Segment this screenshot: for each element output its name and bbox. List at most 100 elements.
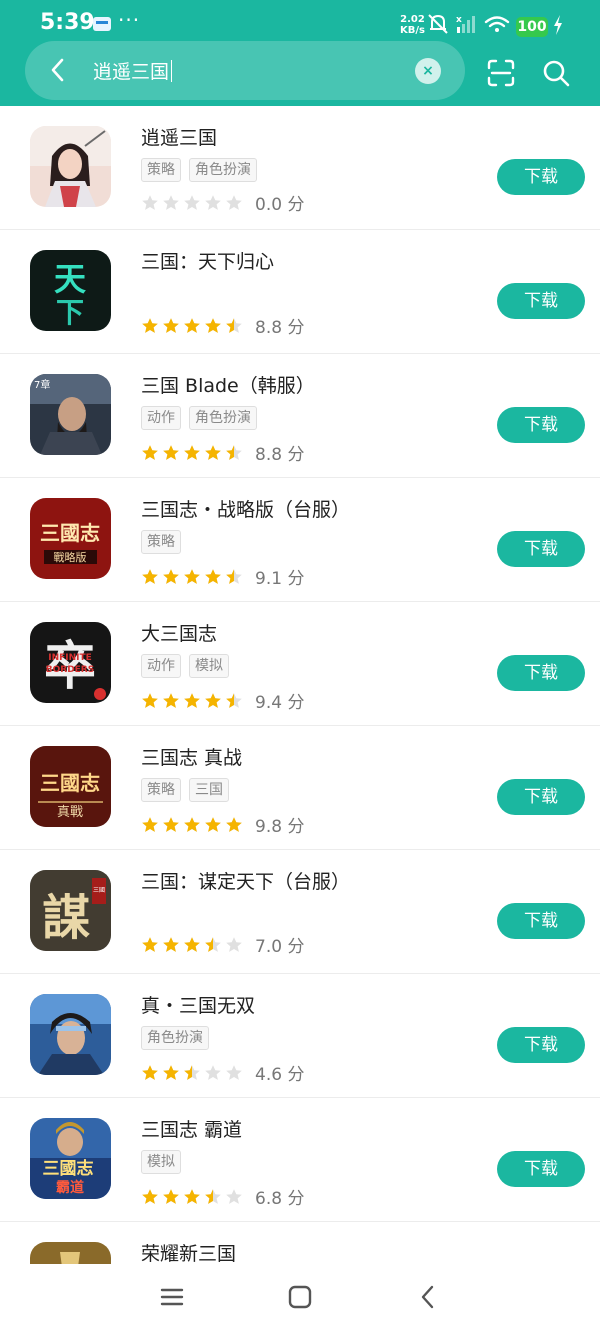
- icon-char: 霸道: [56, 1179, 84, 1196]
- star-half-icon: [226, 317, 242, 333]
- star-half-icon: [205, 936, 221, 952]
- download-button[interactable]: 下载: [497, 779, 585, 815]
- icon-char: 謀: [42, 890, 90, 946]
- status-icons: x: [428, 14, 510, 34]
- list-item[interactable]: 逍遥三国 策略 角色扮演 0.0 分 下载: [0, 106, 600, 230]
- star-filled-icon: [184, 1188, 200, 1204]
- star-filled-icon: [184, 692, 200, 708]
- star-half-icon: [184, 1064, 200, 1080]
- network-speed-value: 2.02: [400, 14, 425, 25]
- star-empty-icon: [205, 194, 221, 210]
- clear-search-button[interactable]: ×: [415, 58, 441, 84]
- scan-icon[interactable]: [486, 58, 516, 88]
- download-button[interactable]: 下载: [497, 531, 585, 567]
- app-tag: 策略: [141, 530, 181, 554]
- rating-stars: [141, 816, 243, 834]
- download-button[interactable]: 下载: [497, 1027, 585, 1063]
- download-button[interactable]: 下载: [497, 903, 585, 939]
- text-cursor: [171, 59, 173, 82]
- sanguozhi-zhenzhan-icon: 三國志 真戰: [30, 746, 111, 827]
- app-title[interactable]: 荣耀新三国: [141, 1239, 236, 1264]
- icon-char: 真戰: [57, 805, 83, 820]
- search-icon[interactable]: [541, 58, 571, 88]
- star-filled-icon: [163, 444, 179, 460]
- app-title[interactable]: 逍遥三国: [141, 123, 217, 150]
- download-button[interactable]: 下载: [497, 159, 585, 195]
- app-title[interactable]: 三国：谋定天下（台服）: [141, 867, 350, 894]
- star-filled-icon: [205, 444, 221, 460]
- battery-level: 100: [516, 17, 548, 37]
- app-title[interactable]: 大三国志: [141, 619, 217, 646]
- app-tags: 动作 模拟: [141, 654, 229, 678]
- download-button[interactable]: 下载: [497, 407, 585, 443]
- list-item[interactable]: 卒 INFINITE BORDERS 大三国志 动作 模拟 9.4 分 下载: [0, 602, 600, 726]
- star-filled-icon: [142, 568, 158, 584]
- icon-char: 天: [54, 260, 86, 298]
- app-tag: 角色扮演: [189, 158, 257, 182]
- star-filled-icon: [205, 317, 221, 333]
- icon-char: 三國志: [43, 1158, 94, 1179]
- tianxia-guixin-icon: 天 下: [30, 250, 111, 331]
- rating-score: 8.8 分: [255, 445, 305, 465]
- star-filled-icon: [226, 816, 242, 832]
- star-empty-icon: [163, 194, 179, 210]
- rating-score: 6.8 分: [255, 1189, 305, 1209]
- list-item[interactable]: 三國志 戰略版 三国志・战略版（台服） 策略 9.1 分 下载: [0, 478, 600, 602]
- download-button[interactable]: 下载: [497, 655, 585, 691]
- app-tag: 角色扮演: [141, 1026, 209, 1050]
- app-title[interactable]: 三国：天下归心: [141, 247, 274, 274]
- star-filled-icon: [184, 317, 200, 333]
- app-title[interactable]: 三国志 真战: [141, 743, 242, 770]
- search-bar[interactable]: 逍遥三国 ×: [25, 41, 465, 100]
- star-filled-icon: [142, 1188, 158, 1204]
- rongyao-xin-sanguo-icon: [30, 1242, 111, 1264]
- back-arrow-icon[interactable]: [43, 55, 73, 85]
- app-title[interactable]: 三国志・战略版（台服）: [141, 495, 350, 522]
- star-filled-icon: [163, 1188, 179, 1204]
- download-button[interactable]: 下载: [497, 283, 585, 319]
- list-item[interactable]: 荣耀新三国: [0, 1222, 600, 1264]
- star-filled-icon: [163, 1064, 179, 1080]
- status-bar: 5:39 ··· 2.02 KB/s x 100: [0, 0, 600, 44]
- app-tags: 模拟: [141, 1150, 181, 1174]
- app-tag: 角色扮演: [189, 406, 257, 430]
- top-header: 5:39 ··· 2.02 KB/s x 100 逍遥三国 ×: [0, 0, 600, 106]
- search-results-list[interactable]: 逍遥三国 策略 角色扮演 0.0 分 下载 天 下 三国：天下归心 8.8 分 …: [0, 106, 600, 1264]
- download-button[interactable]: 下载: [497, 1151, 585, 1187]
- rating-stars: [141, 1188, 243, 1206]
- app-title[interactable]: 三国志 霸道: [141, 1115, 242, 1142]
- sanguozhi-zhanlue-icon: 三國志 戰略版: [30, 498, 111, 579]
- app-title[interactable]: 真・三国无双: [141, 991, 255, 1018]
- sanguo-blade-icon: 7章: [30, 374, 111, 455]
- rating-stars: [141, 692, 243, 710]
- rating-stars: [141, 936, 243, 954]
- mail-notification-icon: [93, 17, 111, 31]
- list-item[interactable]: 謀 三國 三国：谋定天下（台服） 7.0 分 下载: [0, 850, 600, 974]
- star-filled-icon: [142, 1064, 158, 1080]
- app-rating: 8.8 分: [141, 313, 304, 338]
- list-item[interactable]: 天 下 三国：天下归心 8.8 分 下载: [0, 230, 600, 354]
- list-item[interactable]: 三國志 霸道 三国志 霸道 模拟 6.8 分 下载: [0, 1098, 600, 1222]
- svg-text:x: x: [456, 15, 462, 25]
- rating-stars: [141, 1064, 243, 1082]
- list-item[interactable]: 真・三国无双 角色扮演 4.6 分 下载: [0, 974, 600, 1098]
- back-icon[interactable]: [413, 1282, 443, 1312]
- list-item[interactable]: 7章 三国 Blade（韩服） 动作 角色扮演 8.8 分 下载: [0, 354, 600, 478]
- rating-stars: [141, 568, 243, 586]
- icon-char: 三國志: [40, 771, 100, 795]
- star-empty-icon: [184, 194, 200, 210]
- star-half-icon: [226, 692, 242, 708]
- star-empty-icon: [226, 1188, 242, 1204]
- menu-icon[interactable]: [157, 1282, 187, 1312]
- list-item[interactable]: 三國志 真戰 三国志 真战 策略 三国 9.8 分 下载: [0, 726, 600, 850]
- icon-char: 三國志: [40, 521, 100, 545]
- star-empty-icon: [226, 936, 242, 952]
- app-tag: 模拟: [189, 654, 229, 678]
- home-icon[interactable]: [285, 1282, 315, 1312]
- star-filled-icon: [142, 692, 158, 708]
- app-title[interactable]: 三国 Blade（韩服）: [141, 371, 315, 398]
- app-tags: 策略 角色扮演: [141, 158, 257, 182]
- star-filled-icon: [184, 936, 200, 952]
- rating-score: 4.6 分: [255, 1065, 305, 1085]
- search-input[interactable]: 逍遥三国: [93, 57, 173, 84]
